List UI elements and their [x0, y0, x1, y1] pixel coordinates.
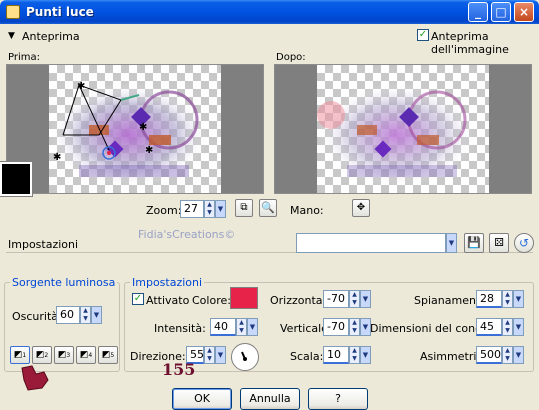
- reset-icon: ↺: [518, 236, 530, 250]
- direction-dropdown[interactable]: ▼: [215, 346, 226, 364]
- cone-size-input[interactable]: 45: [476, 318, 502, 336]
- color-label: Colore:: [192, 294, 231, 307]
- after-artwork: [317, 83, 477, 187]
- scale-dropdown[interactable]: ▼: [360, 346, 371, 364]
- scale-label: Scala:: [290, 350, 324, 363]
- fit-window-icon: ⧉: [240, 202, 248, 213]
- color-swatch-black[interactable]: [0, 161, 33, 197]
- minimize-button[interactable]: _: [468, 2, 488, 22]
- svg-text:✱: ✱: [53, 152, 61, 163]
- save-icon: 💾: [467, 236, 481, 249]
- horizontal-input[interactable]: -70: [323, 290, 349, 308]
- scale-input[interactable]: 10: [323, 346, 349, 364]
- direction-needle-icon: [241, 351, 247, 361]
- vertical-input[interactable]: -70: [323, 318, 349, 336]
- before-preview-pane[interactable]: ✱ ✱ ✱ ✱: [6, 64, 264, 194]
- active-label: Attivato: [146, 294, 190, 307]
- after-image: [317, 65, 489, 193]
- image-preview-label: Anteprima dell'immagine: [431, 30, 509, 56]
- intensity-dropdown[interactable]: ▼: [247, 318, 258, 336]
- scale-spinner[interactable]: ▲ ▼: [349, 346, 360, 364]
- close-button[interactable]: ×: [514, 2, 534, 22]
- svg-text:✱: ✱: [77, 81, 85, 92]
- vertical-spinner[interactable]: ▲ ▼: [349, 318, 360, 336]
- watermark-text: Fidia'sCreations©: [138, 228, 236, 241]
- direction-spinner[interactable]: ▲ ▼: [204, 346, 215, 364]
- zoom-magnifier-button[interactable]: 🔍: [259, 199, 277, 217]
- window-title: Punti luce: [26, 5, 94, 19]
- before-label: Prima:: [8, 52, 40, 63]
- horizontal-dropdown[interactable]: ▼: [360, 290, 371, 308]
- before-artwork: ✱ ✱ ✱ ✱: [49, 81, 209, 187]
- light-tab-4[interactable]: ◩4: [76, 346, 96, 364]
- asymmetry-dropdown[interactable]: ▼: [513, 346, 524, 364]
- darkness-spinner[interactable]: ▲ ▼: [80, 306, 91, 324]
- direction-dial[interactable]: [231, 343, 259, 371]
- zoom-input[interactable]: 27: [180, 200, 204, 218]
- app-icon: [6, 5, 20, 19]
- light-tab-3[interactable]: ◩3: [54, 346, 74, 364]
- zoom-dropdown[interactable]: ▼: [215, 200, 226, 218]
- zoom-spinner[interactable]: ▲ ▼: [204, 200, 215, 218]
- after-label: Dopo:: [276, 52, 306, 63]
- magnifier-icon: 🔍: [261, 201, 275, 214]
- hand-label: Mano:: [290, 204, 324, 217]
- light-tab-5[interactable]: ◩5: [98, 346, 118, 364]
- zoom-label: Zoom:: [146, 204, 182, 217]
- darkness-dropdown[interactable]: ▼: [91, 306, 102, 324]
- preset-dropdown-arrow[interactable]: ▼: [446, 233, 457, 253]
- settings-bar-label: Impostazioni: [8, 238, 79, 251]
- cancel-button[interactable]: Annulla: [240, 388, 300, 410]
- move-icon: ✥: [356, 202, 366, 213]
- settings-group-title: Impostazioni: [130, 276, 205, 289]
- light-source-title: Sorgente luminosa: [10, 276, 118, 289]
- cone-size-dropdown[interactable]: ▼: [513, 318, 524, 336]
- light-tab-1[interactable]: ◩1: [10, 346, 30, 364]
- image-preview-checkbox[interactable]: ✓: [417, 29, 429, 41]
- darkness-input[interactable]: 60: [56, 306, 80, 324]
- preset-select[interactable]: [296, 233, 446, 253]
- maximize-button[interactable]: □: [491, 2, 511, 22]
- svg-text:✱: ✱: [145, 145, 153, 156]
- pan-button[interactable]: ✥: [352, 199, 370, 217]
- annotation-number: 155: [162, 360, 196, 379]
- after-preview-pane[interactable]: [274, 64, 532, 194]
- asymmetry-spinner[interactable]: ▲ ▼: [502, 346, 513, 364]
- active-checkbox[interactable]: ✓: [132, 293, 144, 305]
- dice-icon: ⚄: [494, 236, 504, 249]
- spread-dropdown[interactable]: ▼: [513, 290, 524, 308]
- spread-spinner[interactable]: ▲ ▼: [502, 290, 513, 308]
- preview-toggle-label[interactable]: Anteprima: [22, 30, 80, 43]
- spread-input[interactable]: 28: [476, 290, 502, 308]
- intensity-input[interactable]: 40: [210, 318, 236, 336]
- cone-size-label: Dimensioni del cono:: [370, 322, 486, 335]
- light-color-swatch[interactable]: [230, 287, 258, 309]
- ok-button[interactable]: OK: [172, 388, 232, 410]
- darkness-label: Oscurità:: [12, 310, 62, 323]
- intensity-spinner[interactable]: ▲ ▼: [236, 318, 247, 336]
- help-button[interactable]: ?: [308, 388, 368, 410]
- horizontal-spinner[interactable]: ▲ ▼: [349, 290, 360, 308]
- before-image[interactable]: ✱ ✱ ✱ ✱: [49, 65, 221, 193]
- zoom-fit-button[interactable]: ⧉: [235, 199, 253, 217]
- collapse-triangle-icon[interactable]: ▼: [8, 31, 15, 41]
- randomize-button[interactable]: ⚄: [489, 233, 509, 253]
- cone-size-spinner[interactable]: ▲ ▼: [502, 318, 513, 336]
- asymmetry-input[interactable]: 500: [476, 346, 502, 364]
- reset-button[interactable]: ↺: [514, 233, 534, 253]
- svg-text:✱: ✱: [139, 122, 147, 133]
- intensity-label: Intensità:: [154, 322, 206, 335]
- pointer-hand-icon: [21, 365, 49, 391]
- save-preset-button[interactable]: 💾: [464, 233, 484, 253]
- light-tab-2[interactable]: ◩2: [32, 346, 52, 364]
